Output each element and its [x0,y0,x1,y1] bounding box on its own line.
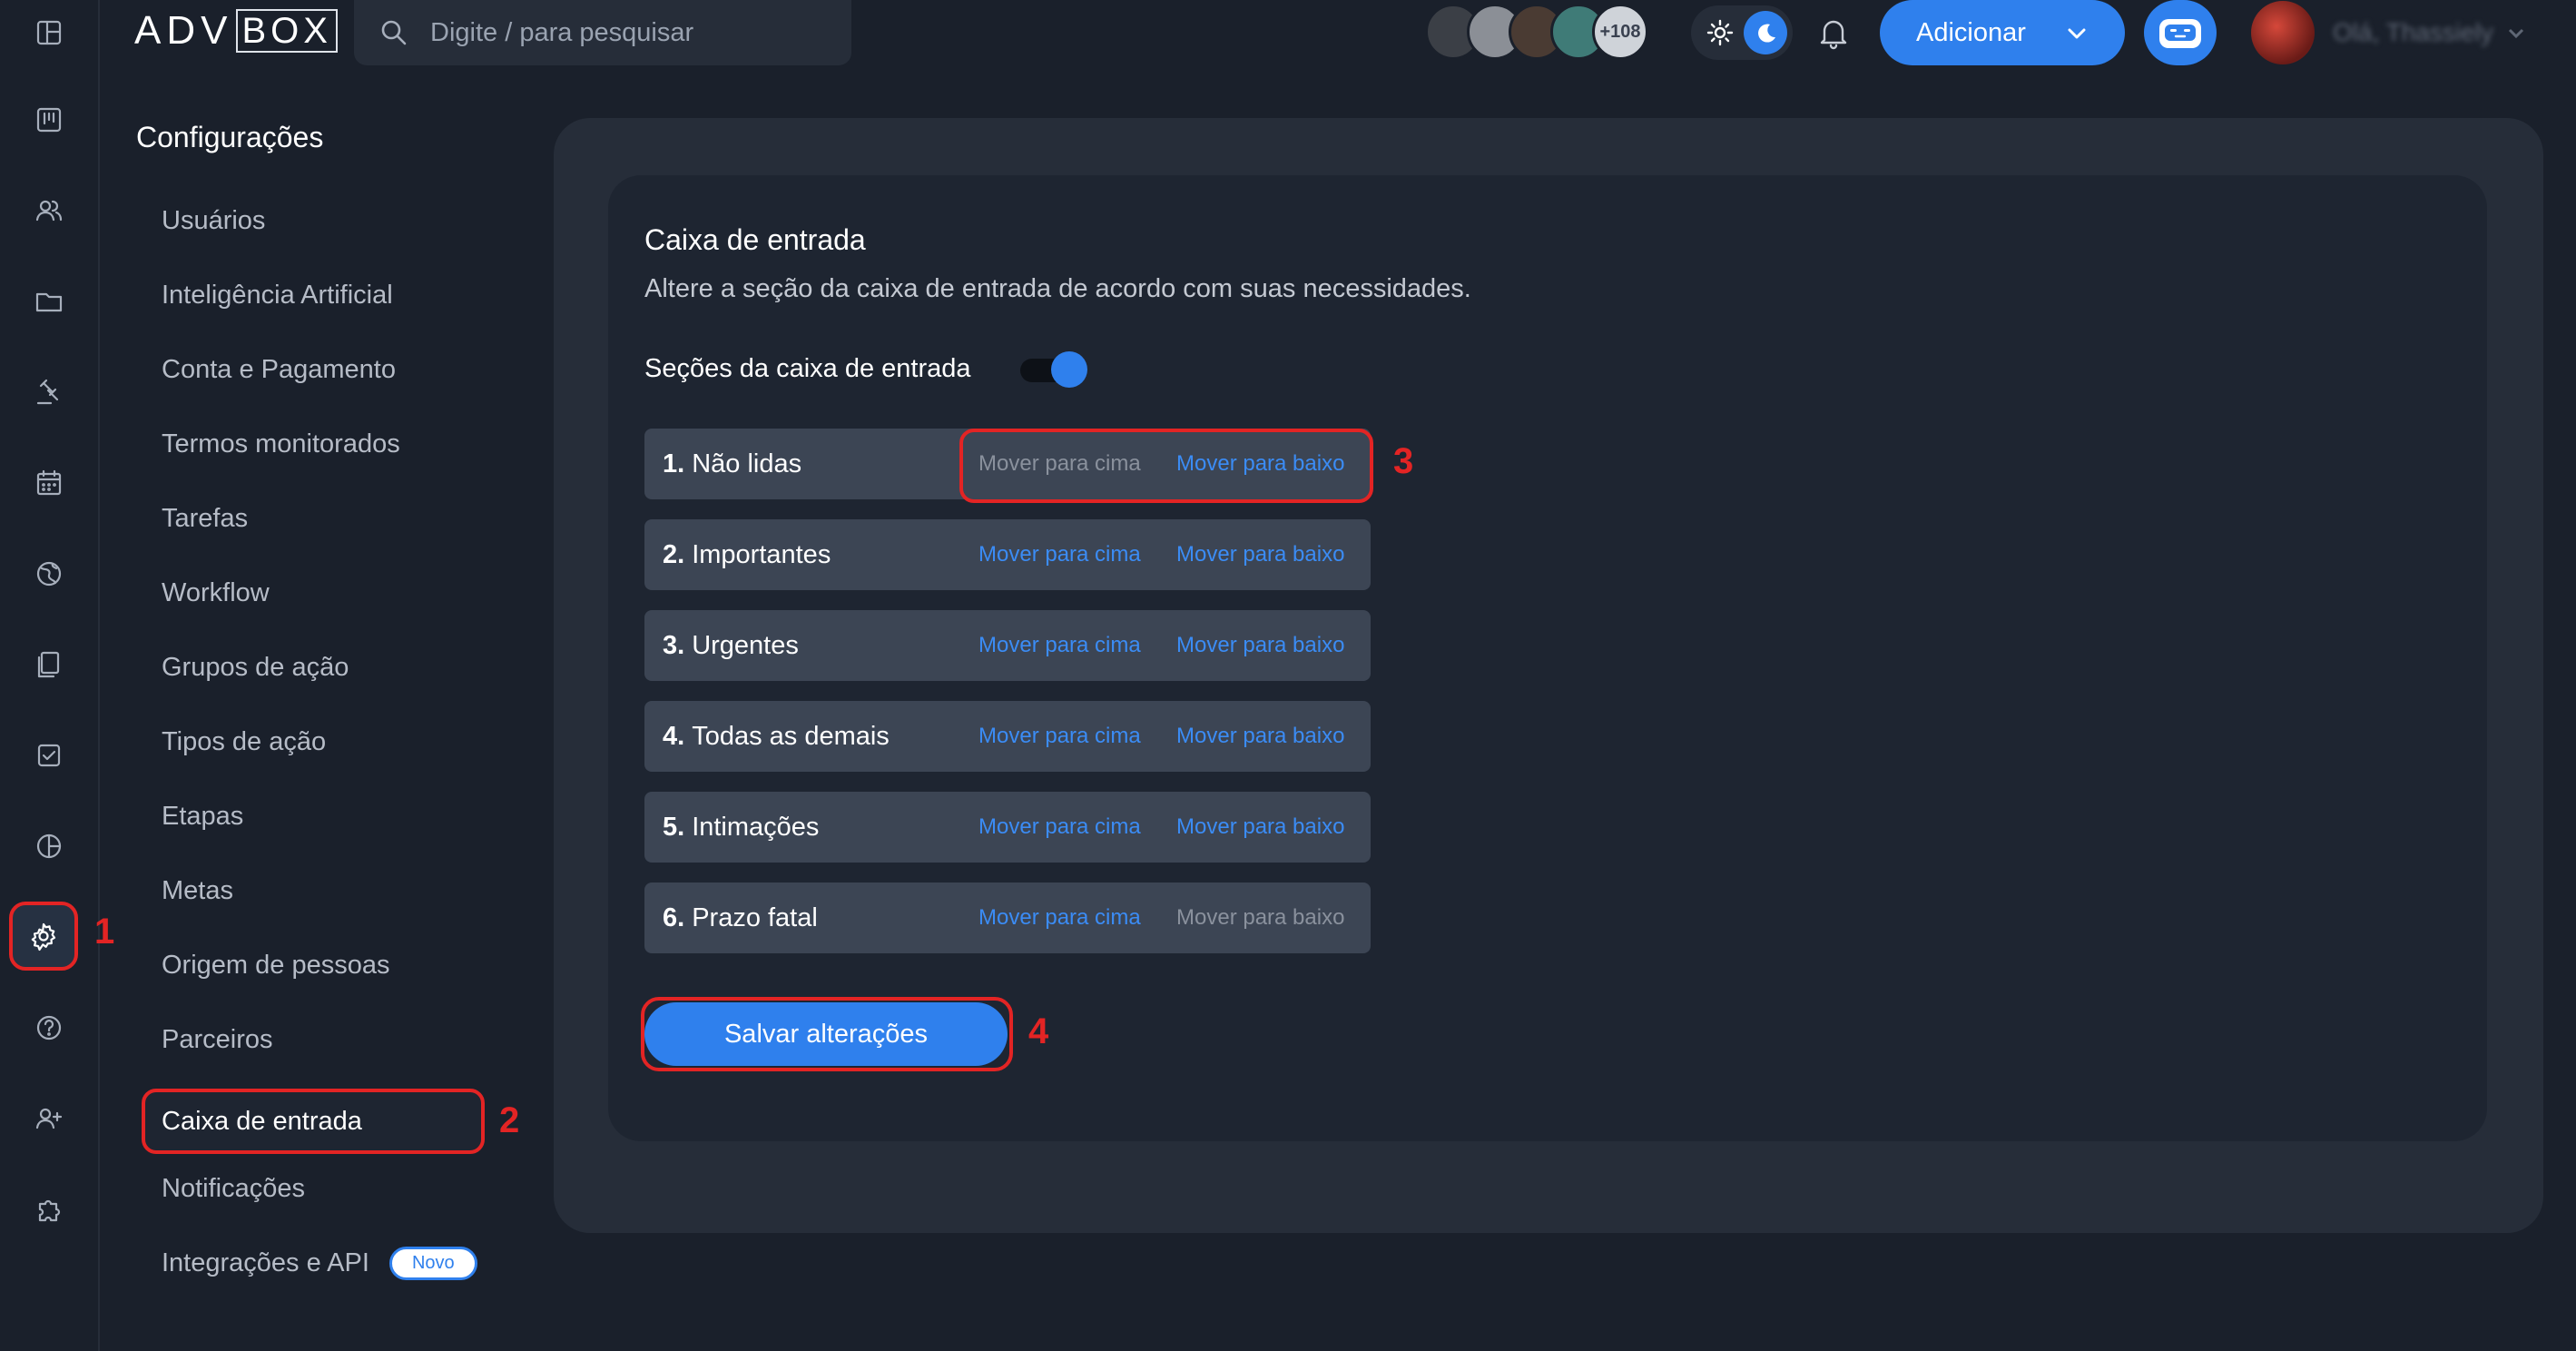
card-title: Caixa de entrada [644,223,866,256]
menu-item-caixa-de-entrada[interactable]: Caixa de entrada [142,1089,485,1154]
moon-icon[interactable] [1744,11,1787,54]
icon-rail [0,0,100,1351]
globe-icon[interactable] [16,541,82,606]
new-badge: Novo [388,1246,477,1280]
user-name: Olá, Thassiely [2333,18,2493,46]
chevron-down-icon [2068,28,2086,39]
toggle-label: Seções da caixa de entrada [644,354,971,383]
user-menu[interactable]: Olá, Thassiely [2251,0,2576,65]
move-up-button[interactable]: Mover para cima [978,792,1141,863]
menu-item-origem-pessoas[interactable]: Origem de pessoas [142,932,487,998]
inbox-sections-toggle[interactable] [1020,350,1089,390]
annotation-number-4: 4 [1028,1011,1049,1051]
menu-item-workflow[interactable]: Workflow [142,560,487,626]
settings-title: Configurações [136,121,324,153]
avatar-overflow-count: +108 [1592,4,1648,60]
menu-item-notificacoes[interactable]: Notificações [142,1156,487,1221]
card-description: Altere a seção da caixa de entrada de ac… [644,274,1471,303]
calendar-icon[interactable] [16,450,82,516]
help-icon[interactable] [16,995,82,1060]
notifications-bell-icon[interactable] [1814,13,1853,53]
menu-item-etapas[interactable]: Etapas [142,784,487,849]
section-row-todas-as-demais: 4. Todas as demais Mover para cima Mover … [644,701,1371,772]
add-button[interactable]: Adicionar [1880,0,2125,65]
move-down-button[interactable]: Mover para baixo [1176,883,1344,953]
menu-item-conta-pagamento[interactable]: Conta e Pagamento [142,337,487,402]
menu-item-metas[interactable]: Metas [142,858,487,923]
move-down-button[interactable]: Mover para baixo [1176,610,1344,681]
menu-item-tarefas[interactable]: Tarefas [142,486,487,551]
documents-icon[interactable] [16,632,82,697]
annotation-number-2: 2 [499,1100,520,1140]
menu-item-parceiros[interactable]: Parceiros [142,1007,487,1072]
move-up-button[interactable]: Mover para cima [978,519,1141,590]
section-row-importantes: 2. Importantes Mover para cima Mover para… [644,519,1371,590]
menu-item-grupos-acao[interactable]: Grupos de ação [142,635,487,700]
folder-icon[interactable] [16,269,82,334]
menu-item-tipos-acao[interactable]: Tipos de ação [142,709,487,774]
top-bar: ADV BOX +108 Adicionar Olá, Thassiely [98,0,2576,65]
dashboard-icon[interactable] [16,0,82,65]
move-up-button[interactable]: Mover para cima [978,610,1141,681]
menu-item-inteligencia-artificial[interactable]: Inteligência Artificial [142,262,487,328]
save-changes-button[interactable]: Salvar alterações [644,1002,1008,1066]
search-input[interactable] [428,16,813,49]
tasks-icon[interactable] [16,723,82,788]
move-up-button[interactable]: Mover para cima [978,883,1141,953]
search-bar[interactable] [354,0,851,65]
assistant-robot-icon[interactable] [2144,0,2217,65]
kanban-icon[interactable] [16,87,82,153]
theme-switcher[interactable] [1691,5,1793,60]
integrations-puzzle-icon[interactable] [16,1177,82,1242]
highlight-box-3 [959,429,1373,503]
menu-item-integracoes-api[interactable]: Integrações e API Novo [142,1230,487,1296]
move-down-button[interactable]: Mover para baixo [1176,792,1344,863]
settings-gear-icon[interactable] [9,902,78,971]
move-down-button[interactable]: Mover para baixo [1176,701,1344,772]
move-down-button[interactable]: Mover para baixo [1176,519,1344,590]
chevron-down-icon [2508,28,2523,39]
section-row-prazo-fatal: 6. Prazo fatal Mover para cima Mover para… [644,883,1371,953]
people-icon[interactable] [16,178,82,243]
gavel-icon[interactable] [16,360,82,425]
reports-icon[interactable] [16,814,82,879]
menu-item-usuarios[interactable]: Usuários [142,188,487,253]
sun-icon[interactable] [1704,16,1736,49]
annotation-number-3: 3 [1393,441,1414,481]
advbox-logo[interactable]: ADV BOX [134,7,338,54]
menu-item-termos-monitorados[interactable]: Termos monitorados [142,411,487,477]
add-user-icon[interactable] [16,1086,82,1151]
section-row-intimacoes: 5. Intimações Mover para cima Mover para … [644,792,1371,863]
online-users-avatars[interactable]: +108 [1425,4,1648,60]
section-row-urgentes: 3. Urgentes Mover para cima Mover para ba… [644,610,1371,681]
move-up-button[interactable]: Mover para cima [978,701,1141,772]
search-icon [381,20,407,45]
avatar [2251,1,2315,64]
annotation-number-1: 1 [94,912,115,952]
